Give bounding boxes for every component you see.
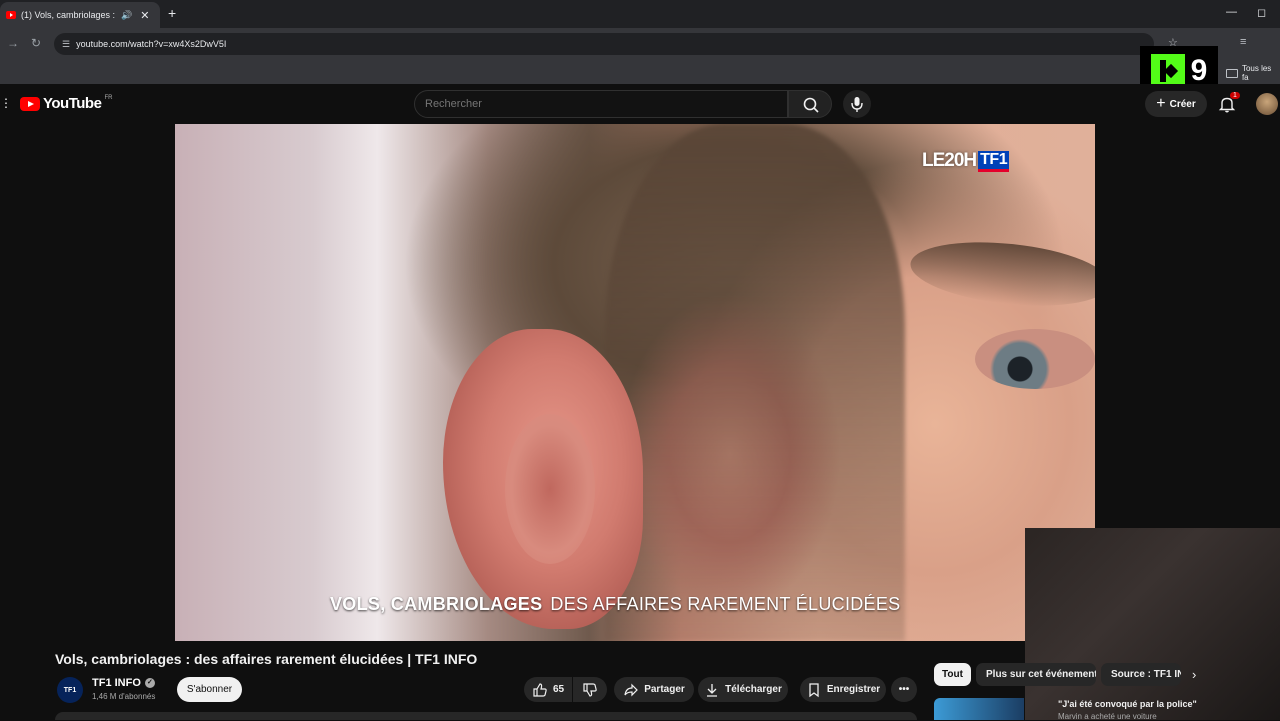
like-count: 65: [552, 684, 565, 695]
share-icon: [624, 683, 639, 696]
share-label: Partager: [644, 684, 685, 695]
notifications-button[interactable]: 1: [1218, 92, 1240, 118]
search-button[interactable]: [788, 90, 832, 118]
thumbs-up-icon: [533, 682, 547, 697]
channel-name-row[interactable]: TF1 INFO ✓: [92, 677, 155, 689]
url-text: youtube.com/watch?v=xw4Xs2DwV5I: [76, 39, 227, 49]
plus-icon: +: [1156, 95, 1166, 112]
forward-icon[interactable]: →: [7, 36, 19, 50]
bookmark-icon: [809, 682, 819, 697]
subscribe-button[interactable]: S'abonner: [177, 677, 242, 702]
new-tab-button[interactable]: +: [168, 5, 176, 21]
menu-icon[interactable]: ⋮: [0, 96, 12, 110]
webcam-overlay: [1025, 528, 1280, 720]
notification-count-badge: 1: [1230, 92, 1240, 99]
youtube-logo[interactable]: YouTube FR: [20, 95, 112, 112]
chip-more-about-event[interactable]: Plus sur cet événement: [976, 663, 1096, 686]
youtube-favicon-icon: [6, 11, 16, 19]
badge-number: 9: [1190, 54, 1208, 87]
download-button[interactable]: Télécharger: [698, 677, 788, 702]
minimize-icon[interactable]: —: [1226, 6, 1237, 18]
reload-icon[interactable]: ↻: [31, 36, 41, 50]
restore-window-icon[interactable]: ◻: [1257, 6, 1266, 19]
avatar[interactable]: [1256, 93, 1278, 115]
more-actions-button[interactable]: •••: [891, 677, 917, 702]
audio-playing-icon[interactable]: 🔊: [121, 10, 132, 21]
browser-tab-bar: [0, 0, 1280, 28]
folder-icon: [1226, 68, 1238, 78]
save-button[interactable]: Enregistrer: [800, 677, 886, 702]
download-label: Télécharger: [725, 684, 782, 695]
lower-third-bold: VOLS, CAMBRIOLAGES: [330, 594, 543, 614]
channel-name: TF1 INFO: [92, 677, 141, 689]
youtube-wordmark: YouTube: [43, 95, 102, 112]
video-frame-hair: [605, 124, 905, 641]
chevron-right-icon[interactable]: ›: [1192, 667, 1196, 682]
lower-third-rest: DES AFFAIRES RAREMENT ÉLUCIDÉES: [550, 594, 901, 614]
le20h-tf1-logo: LE20H TF1: [922, 150, 1010, 172]
description-box[interactable]: [55, 712, 917, 720]
video-frame-ear-inner: [505, 414, 595, 564]
search-input[interactable]: [414, 90, 788, 118]
search-icon: [803, 97, 819, 113]
voice-search-button[interactable]: [843, 90, 871, 118]
video-frame-eye: [975, 329, 1095, 389]
video-frame-eyebrow: [907, 233, 1095, 315]
tab-close-icon[interactable]: ✕: [140, 9, 149, 22]
download-icon: [707, 683, 718, 697]
video-title: Vols, cambriolages : des affaires rareme…: [55, 651, 478, 667]
tf1-logo-text: TF1: [978, 150, 1010, 172]
video-player[interactable]: LE20H TF1 VOLS, CAMBRIOLAGES DES AFFAIRES…: [175, 124, 1095, 641]
recommended-title[interactable]: "J'ai été convoqué par la police": [1058, 699, 1197, 709]
thumbs-down-icon: [583, 682, 597, 697]
address-bar[interactable]: ☰ youtube.com/watch?v=xw4Xs2DwV5I: [54, 33, 1154, 55]
reading-list-icon[interactable]: ≡: [1240, 36, 1246, 48]
bookmarks-label: Tous les fa: [1241, 64, 1272, 82]
tab-title: (1) Vols, cambriolages : des: [21, 10, 117, 20]
country-code: FR: [104, 95, 113, 101]
browser-tab[interactable]: (1) Vols, cambriolages : des 🔊 ✕: [0, 2, 160, 28]
save-label: Enregistrer: [826, 684, 881, 695]
youtube-play-icon: [20, 96, 40, 111]
chip-all[interactable]: Tout: [934, 663, 971, 686]
microphone-icon: [851, 97, 863, 112]
recommended-thumbnail[interactable]: [934, 698, 1024, 720]
lower-third-caption: VOLS, CAMBRIOLAGES DES AFFAIRES RAREMENT …: [175, 594, 1095, 615]
chip-source[interactable]: Source : TF1 INFO: [1101, 663, 1181, 686]
more-icon: •••: [898, 684, 910, 695]
like-button[interactable]: 65: [524, 677, 572, 702]
bookmarks-folder[interactable]: Tous les fa: [1226, 64, 1280, 82]
subscriber-count: 1,46 M d'abonnés: [92, 692, 156, 701]
create-button[interactable]: + Créer: [1145, 91, 1207, 117]
create-label: Créer: [1169, 98, 1196, 110]
share-button[interactable]: Partager: [614, 677, 694, 702]
dislike-button[interactable]: [573, 677, 607, 702]
site-settings-icon[interactable]: ☰: [62, 39, 70, 50]
le20h-text: LE20H: [922, 150, 977, 171]
verified-icon: ✓: [144, 678, 155, 688]
kick-logo-icon: [1150, 54, 1185, 88]
channel-avatar[interactable]: TF1: [57, 677, 83, 703]
